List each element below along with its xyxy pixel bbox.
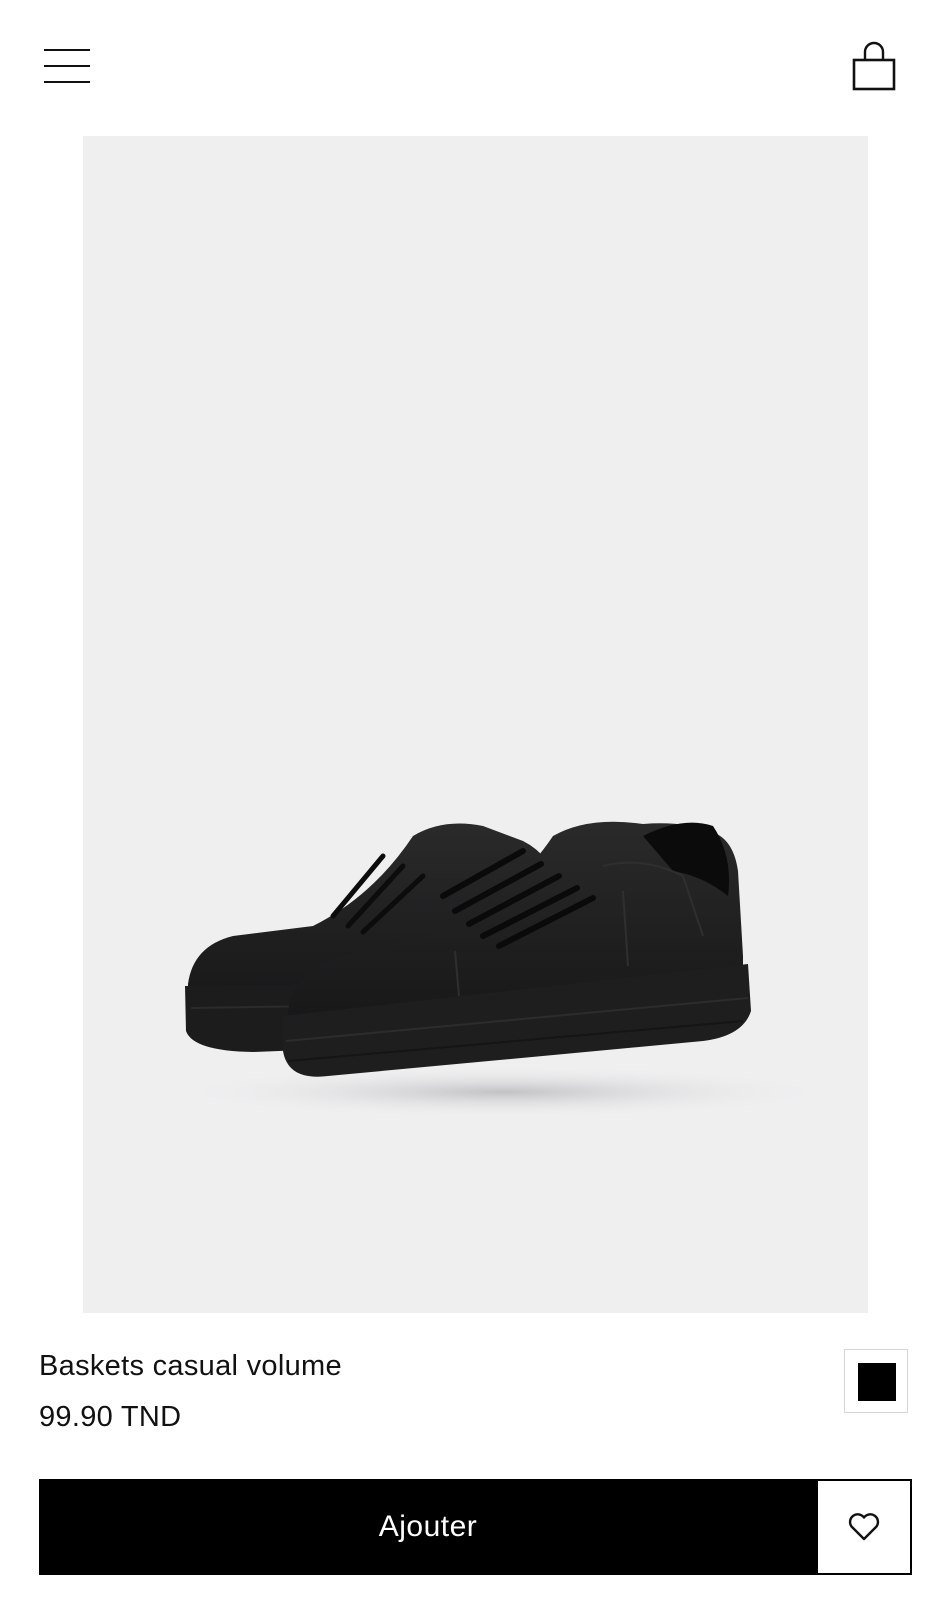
color-swatch-selected[interactable] xyxy=(844,1349,908,1413)
add-to-cart-button[interactable]: Ajouter xyxy=(39,1479,817,1575)
color-swatch-fill xyxy=(858,1363,896,1401)
menu-button[interactable] xyxy=(38,40,96,88)
heart-icon xyxy=(848,1513,880,1541)
shopping-bag-icon xyxy=(852,41,896,91)
product-price: 99.90 TND xyxy=(39,1401,182,1433)
product-image-carousel[interactable] xyxy=(83,136,868,1313)
product-image xyxy=(173,821,833,1118)
app-header xyxy=(0,0,950,130)
product-name: Baskets casual volume xyxy=(39,1350,342,1382)
hamburger-menu-icon xyxy=(44,49,90,51)
wishlist-button[interactable] xyxy=(816,1479,912,1575)
cart-button[interactable] xyxy=(846,40,902,96)
